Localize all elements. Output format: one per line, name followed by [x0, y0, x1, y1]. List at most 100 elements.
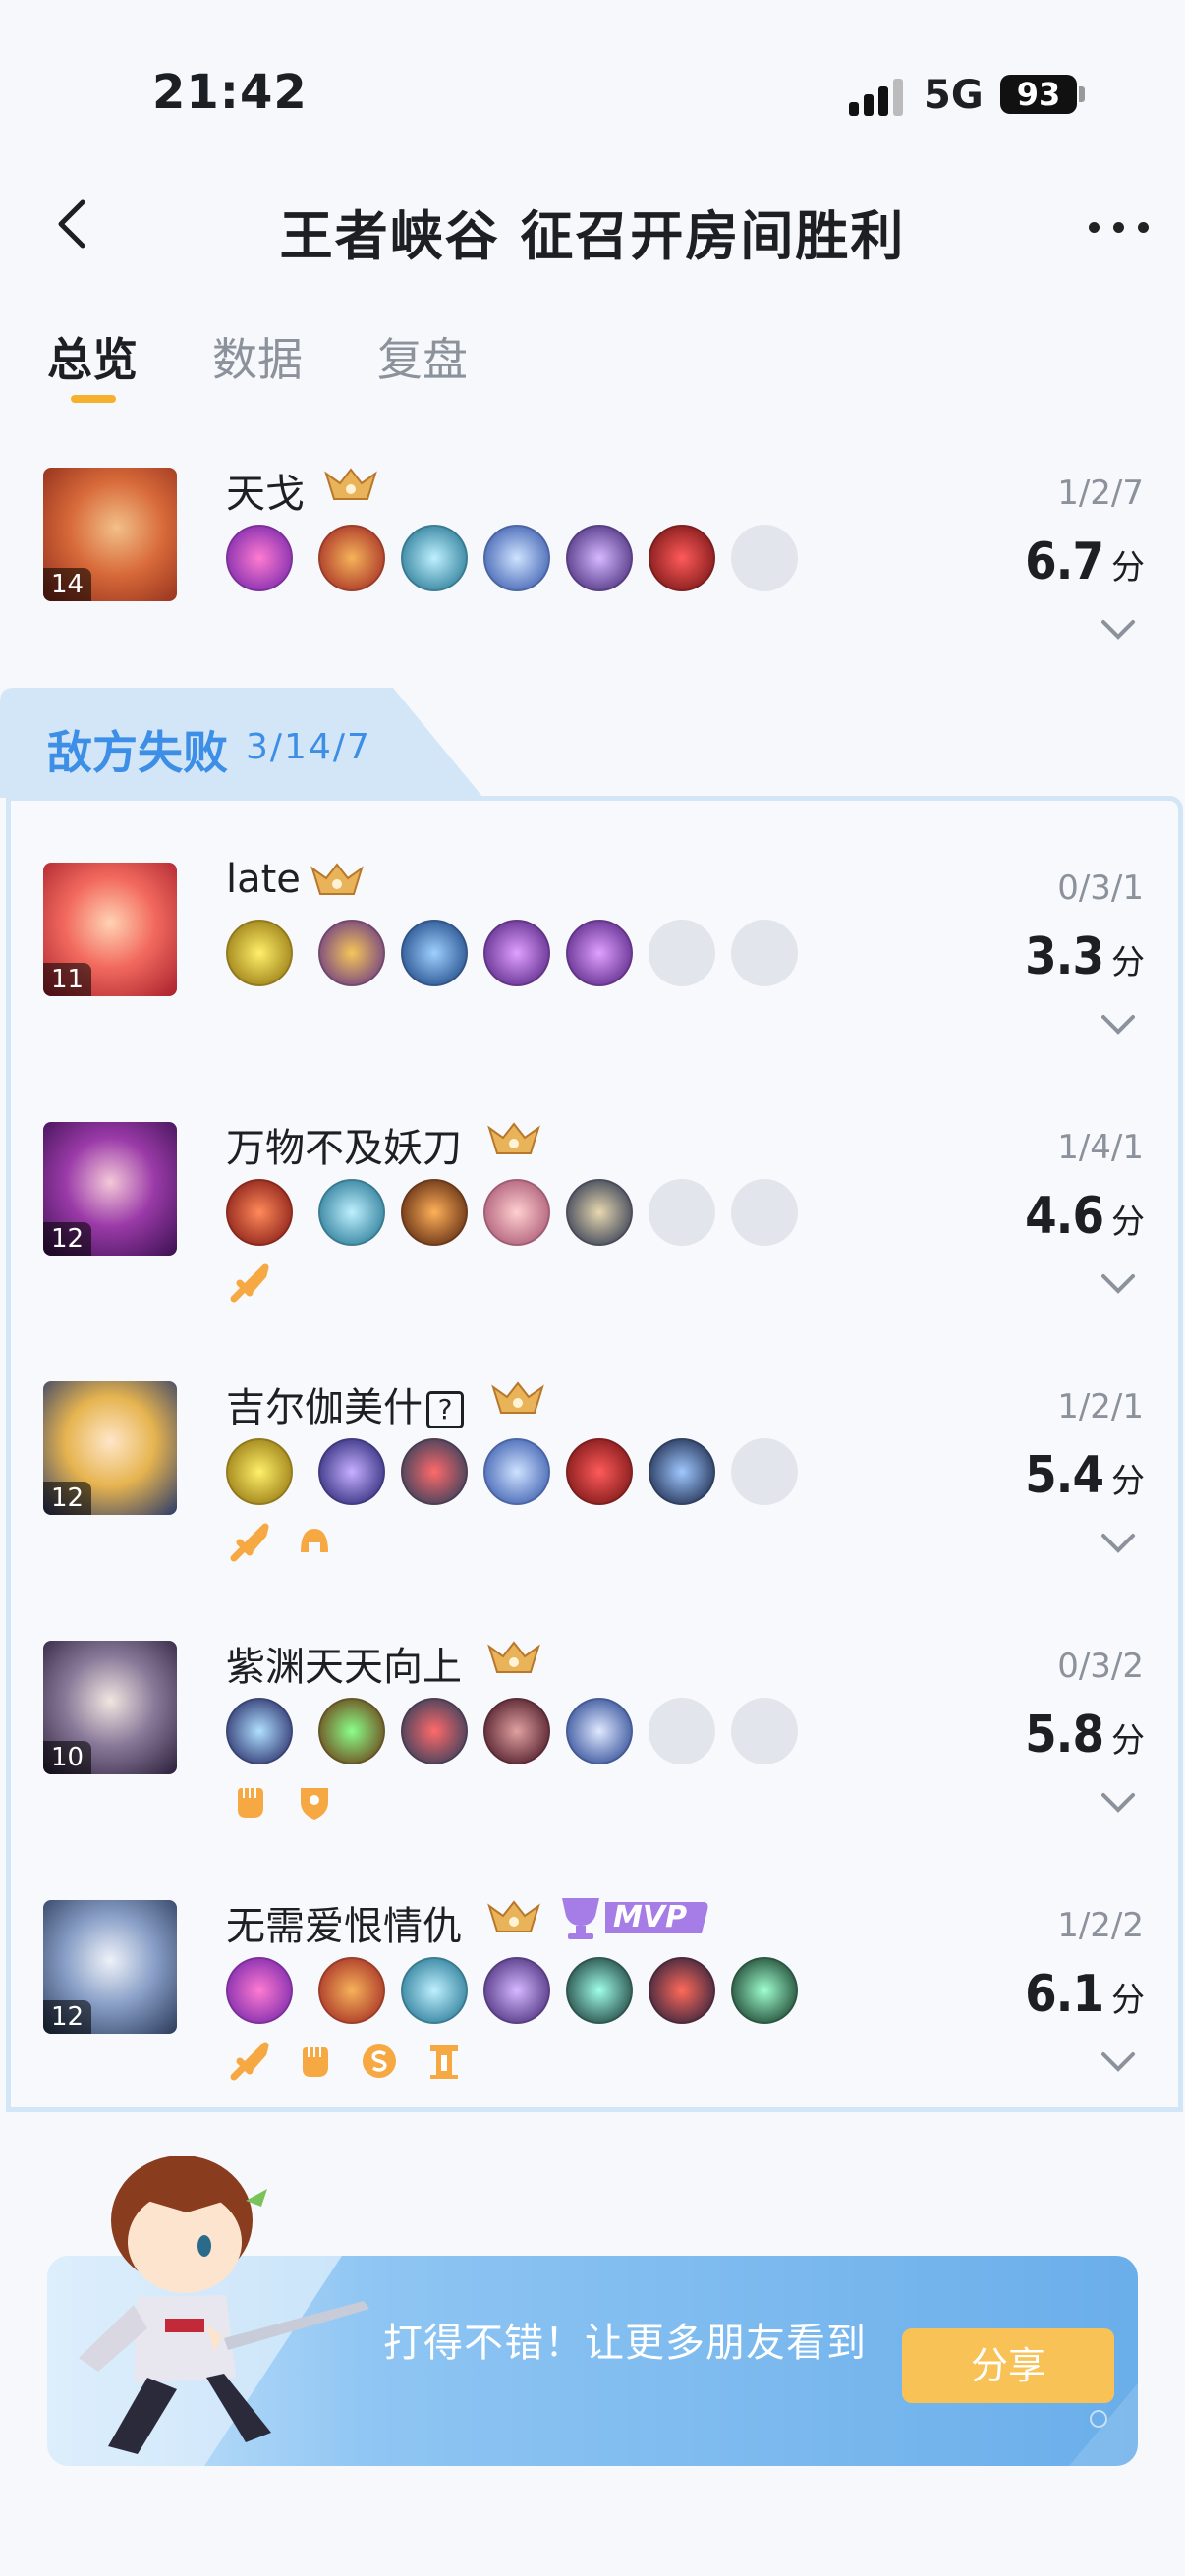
- item-icon: [226, 920, 293, 986]
- item-icon: [226, 1179, 293, 1246]
- item-icon: [318, 1179, 385, 1246]
- item-icon: [566, 1698, 633, 1764]
- hero-avatar: 12: [43, 1122, 177, 1256]
- item-icon: [226, 1698, 293, 1764]
- signal-icon: [849, 77, 908, 116]
- item-list: [226, 1957, 814, 2024]
- network-label: 5G: [924, 73, 984, 118]
- item-icon: [649, 525, 715, 591]
- mvp-label: MVP: [613, 1900, 688, 1934]
- player-score: 3.3 分: [1025, 927, 1145, 986]
- rank-icon: [491, 1381, 544, 1414]
- player-row-enemy-4[interactable]: 12 无需爱恨情仇 MVP 1/2/2 6.1 分: [0, 1894, 1185, 2140]
- item-icon: [483, 1957, 550, 2024]
- player-score: 4.6 分: [1025, 1187, 1145, 1246]
- shield-badge-icon: [301, 1788, 328, 1820]
- player-score: 5.4 分: [1025, 1446, 1145, 1505]
- item-icon: [731, 1957, 798, 2024]
- sword-badge-icon: [230, 1263, 269, 1303]
- item-icon: [483, 525, 550, 591]
- item-icon: [566, 1179, 633, 1246]
- player-name: 天戈: [226, 472, 305, 517]
- item-empty-slot: [731, 1438, 798, 1505]
- player-row-enemy-2[interactable]: 12 吉尔伽美什? 1/2/1 5.4 分: [0, 1375, 1185, 1621]
- item-icon: [318, 1698, 385, 1764]
- hero-avatar: 14: [43, 468, 177, 601]
- more-icon[interactable]: [1081, 206, 1159, 246]
- tab-overview[interactable]: 总览: [47, 324, 138, 389]
- player-row-enemy-0[interactable]: 11 late 0/3/1 3.3 分: [0, 857, 1185, 1102]
- item-icon: [401, 525, 468, 591]
- tab-data[interactable]: 数据: [212, 324, 303, 389]
- mvp-badge: MVP: [556, 1894, 711, 1941]
- player-score: 5.8 分: [1025, 1706, 1145, 1764]
- item-empty-slot: [731, 525, 798, 591]
- badge-list: [230, 1782, 360, 1821]
- battery-tip: [1079, 86, 1085, 102]
- badge-list: [230, 1263, 295, 1303]
- player-kda: 0/3/2: [1057, 1647, 1144, 1686]
- share-banner-text: 打得不错！让更多朋友看到: [383, 2321, 867, 2366]
- player-row-ally-0[interactable]: 14 天戈 1/2/7 6.7 分: [0, 462, 1185, 707]
- share-button[interactable]: 分享: [902, 2328, 1114, 2403]
- item-empty-slot: [731, 920, 798, 986]
- player-row-enemy-3[interactable]: 10 紫渊天天向上 0/3/2 5.8 分: [0, 1635, 1185, 1880]
- hero-avatar: 11: [43, 863, 177, 996]
- item-icon: [318, 1957, 385, 2024]
- badge-list: [230, 2042, 489, 2081]
- chevron-down-icon[interactable]: [1100, 619, 1136, 641]
- item-icon: [318, 525, 385, 591]
- fist-badge-icon: [238, 1788, 263, 1818]
- battery-icon: 93: [1000, 75, 1077, 114]
- item-icon: [649, 1957, 715, 2024]
- player-row-enemy-1[interactable]: 12 万物不及妖刀 1/4/1 4.6 分: [0, 1116, 1185, 1362]
- item-list: [226, 1179, 814, 1246]
- chevron-down-icon[interactable]: [1100, 1533, 1136, 1554]
- tab-replay[interactable]: 复盘: [377, 324, 468, 389]
- fist-badge-icon: [303, 2047, 328, 2077]
- item-list: [226, 1438, 814, 1505]
- item-empty-slot: [649, 1698, 715, 1764]
- coin-badge-icon: [363, 2044, 396, 2078]
- hero-level: 12: [43, 1222, 92, 1256]
- hero-avatar: 10: [43, 1641, 177, 1774]
- hero-avatar: 12: [43, 1900, 177, 2034]
- item-icon: [401, 1179, 468, 1246]
- rank-icon: [324, 468, 377, 500]
- rank-icon: [487, 1641, 540, 1673]
- item-icon: [649, 1438, 715, 1505]
- item-icon: [401, 920, 468, 986]
- item-icon: [226, 525, 293, 591]
- chevron-down-icon[interactable]: [1100, 1014, 1136, 1036]
- item-icon: [226, 1438, 293, 1505]
- name-unknown-glyph: ?: [426, 1391, 464, 1428]
- sword-badge-icon: [230, 1523, 269, 1562]
- chevron-down-icon[interactable]: [1100, 1273, 1136, 1295]
- item-empty-slot: [731, 1179, 798, 1246]
- player-name: 紫渊天天向上: [226, 1645, 462, 1690]
- item-list: [226, 525, 814, 591]
- item-icon: [566, 1438, 633, 1505]
- item-icon: [566, 1957, 633, 2024]
- chevron-down-icon[interactable]: [1100, 1792, 1136, 1814]
- hero-level: 12: [43, 2000, 92, 2034]
- player-kda: 1/2/7: [1057, 474, 1144, 513]
- enemy-team-label: 敌方失败: [47, 726, 228, 779]
- item-icon: [566, 920, 633, 986]
- status-time: 21:42: [152, 65, 308, 120]
- chevron-down-icon[interactable]: [1100, 2051, 1136, 2073]
- item-icon: [483, 1698, 550, 1764]
- item-icon: [318, 920, 385, 986]
- badge-list: [230, 1523, 360, 1562]
- tower-badge-icon: [430, 2045, 458, 2079]
- player-kda: 1/2/1: [1057, 1387, 1144, 1427]
- hero-avatar: 12: [43, 1381, 177, 1515]
- hero-level: 10: [43, 1741, 92, 1774]
- item-icon: [401, 1698, 468, 1764]
- item-icon: [566, 525, 633, 591]
- rank-icon: [310, 863, 364, 895]
- item-icon: [318, 1438, 385, 1505]
- enemy-team-kda: 3/14/7: [246, 727, 371, 767]
- item-icon: [226, 1957, 293, 2024]
- rank-icon: [487, 1900, 540, 1932]
